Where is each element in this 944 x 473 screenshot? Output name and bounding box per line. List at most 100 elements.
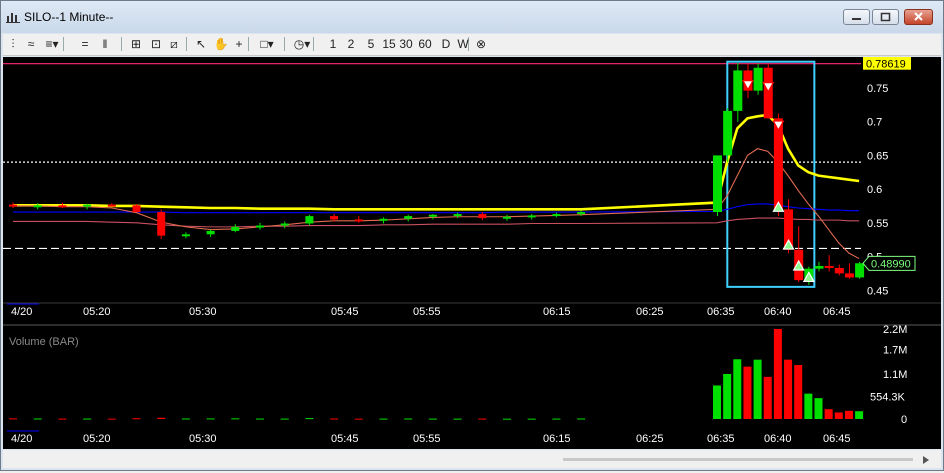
cursor-icon[interactable]: ↖ <box>193 36 209 52</box>
volume-bar <box>527 418 536 420</box>
crosshair-icon[interactable]: + <box>231 36 247 52</box>
interval-w-button[interactable]: W <box>455 36 471 52</box>
volume-time-axis-tick-label: 06:35 <box>707 433 735 445</box>
volume-bar <box>231 418 240 420</box>
price-tick-label: 0.65 <box>867 150 888 162</box>
candle <box>577 212 586 215</box>
volume-bar <box>844 410 853 419</box>
maximize-button[interactable] <box>872 9 899 25</box>
horizontal-lines-icon[interactable]: = <box>78 36 92 52</box>
chart-toolbar: ⫶ ≈ ≡▾ = ‖ ⊞ ⊡ ⧄ ↖ ✋ + □▾ ◷▾ ⊗ 1 2 5 15 30 60 D W <box>3 34 941 56</box>
candle <box>527 215 536 218</box>
volume-bar <box>453 418 462 420</box>
interval-30-button[interactable]: 30 <box>398 36 414 52</box>
volume-pane-title: Volume (BAR) <box>9 336 79 348</box>
price-time-axis-tick-label: 05:55 <box>413 306 441 318</box>
candle <box>552 214 561 217</box>
price-time-axis-tick-label: 06:40 <box>764 306 792 318</box>
cancel-icon[interactable]: ⊗ <box>473 36 489 52</box>
volume-time-axis-tick-label: 05:55 <box>413 433 441 445</box>
candle <box>256 225 264 228</box>
volume-bar <box>814 398 823 419</box>
volume-tick-label: 1.1M <box>883 369 907 381</box>
volume-bar <box>753 359 762 419</box>
price-time-axis-tick-label: 06:25 <box>636 306 664 318</box>
volume-time-axis-tick-label: 05:20 <box>83 433 111 445</box>
price-tick-label: 0.55 <box>867 218 888 230</box>
volume-bar <box>404 418 413 420</box>
horizontal-scrollbar[interactable] <box>3 450 941 468</box>
volume-bar <box>33 418 42 420</box>
toolbar-separator <box>63 37 64 51</box>
volume-bar <box>206 418 215 420</box>
hand-icon[interactable]: ✋ <box>213 36 229 52</box>
price-tick-label: 0.45 <box>867 285 888 297</box>
volume-tick-label: 2.2M <box>883 324 907 336</box>
line-style-icon[interactable]: ≈ <box>23 36 39 52</box>
interval-60-button[interactable]: 60 <box>417 36 433 52</box>
scroll-thumb[interactable] <box>563 458 913 461</box>
toolbar-separator <box>284 37 285 51</box>
volume-bar <box>763 376 772 419</box>
toolbar-separator <box>121 37 122 51</box>
volume-bar <box>733 359 742 419</box>
candle <box>181 234 190 237</box>
volume-time-axis-tick-label: 06:45 <box>823 433 851 445</box>
candle <box>834 268 844 274</box>
title-bar[interactable]: SILO--1 Minute-- <box>1 1 943 33</box>
candle <box>773 118 783 210</box>
candle <box>855 263 865 278</box>
candle <box>107 204 116 207</box>
candle <box>428 214 437 217</box>
maximize-icon <box>880 12 891 22</box>
candle <box>453 214 462 217</box>
candle <box>844 273 854 278</box>
volume-bar <box>824 409 833 419</box>
volume-bar <box>552 418 561 420</box>
studies-icon[interactable]: ≡▾ <box>41 36 63 52</box>
volume-bar <box>83 418 92 420</box>
scroll-right-arrow-icon[interactable] <box>923 456 929 464</box>
minimize-icon <box>852 18 861 20</box>
timeframe-clock-icon[interactable]: ◷▾ <box>290 36 314 52</box>
candle <box>354 219 363 222</box>
candle <box>33 205 42 208</box>
crosshair-grid-icon[interactable]: ⊞ <box>128 36 144 52</box>
interval-d-button[interactable]: D <box>438 36 454 52</box>
chart-type-icon[interactable]: ⫶ <box>5 36 21 52</box>
volume-bar <box>181 418 190 420</box>
candle <box>132 205 141 213</box>
candle <box>157 212 166 236</box>
candle <box>305 216 314 224</box>
candle <box>814 265 824 269</box>
high-price-label: 0.78619 <box>866 59 906 71</box>
volume-tick-label: 1.7M <box>883 344 907 356</box>
interval-15-button[interactable]: 15 <box>381 36 397 52</box>
fit-icon[interactable]: ⧄ <box>166 36 182 52</box>
price-tick-label: 0.75 <box>867 83 888 95</box>
volume-bar <box>743 366 752 419</box>
interval-2-button[interactable]: 2 <box>343 36 359 52</box>
chart-area[interactable]: 0.750.70.650.60.550.50.450.786190.489904… <box>3 56 941 449</box>
close-button[interactable] <box>904 9 933 25</box>
volume-time-axis-tick-label: 06:15 <box>543 433 571 445</box>
zoom-icon[interactable]: ⊡ <box>148 36 164 52</box>
volume-time-axis-tick-label: 05:30 <box>189 433 217 445</box>
volume-bar <box>834 412 843 419</box>
price-volume-chart[interactable]: 0.750.70.650.60.550.50.450.786190.489904… <box>3 56 941 449</box>
volume-bar <box>280 418 289 420</box>
volume-bar <box>804 393 813 419</box>
price-time-axis-tick-label: 06:15 <box>543 306 571 318</box>
drawing-tool-icon[interactable]: □▾ <box>256 36 278 52</box>
candle <box>330 216 339 220</box>
volume-bar <box>58 418 67 420</box>
volume-bar <box>794 365 803 419</box>
vertical-lines-icon[interactable]: ‖ <box>98 36 112 52</box>
last-price-label: 0.48990 <box>871 258 911 270</box>
minimize-button[interactable] <box>843 9 870 25</box>
candle <box>9 204 17 207</box>
interval-1-button[interactable]: 1 <box>325 36 341 52</box>
candle <box>723 110 733 156</box>
interval-5-button[interactable]: 5 <box>363 36 379 52</box>
price-time-axis-tick-label: 05:45 <box>331 306 359 318</box>
